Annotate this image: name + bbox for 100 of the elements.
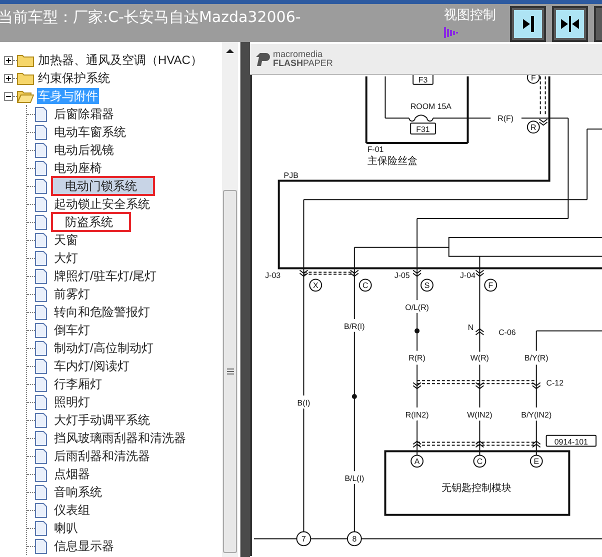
connector-tag: 0914-101 (546, 434, 597, 447)
tree-item[interactable]: 点烟器 (53, 466, 91, 482)
collapse-left-button[interactable] (510, 6, 546, 42)
document-icon (35, 304, 47, 320)
tree-item[interactable]: 挡风玻璃雨刮器和清洗器 (53, 430, 187, 446)
collapse-icon[interactable] (4, 92, 13, 100)
tree-item[interactable]: 倒车灯 (53, 322, 91, 338)
diagram-label: B(I) (297, 398, 310, 408)
tree-item[interactable]: 牌照灯/驻车灯/尾灯 (53, 268, 158, 284)
document-icon (35, 502, 47, 518)
diagram-label: J-04 (460, 271, 476, 280)
diagram-label: B/L(I) (344, 474, 364, 484)
diagram-label: R(R) (408, 354, 426, 363)
diagram-label: R(IN2) (405, 410, 429, 420)
pin-marker: 7 (296, 531, 312, 546)
document-icon (35, 448, 47, 464)
document-icon (35, 196, 47, 212)
pin-marker: 8 (346, 531, 362, 546)
tree-item[interactable]: 电动座椅 (53, 160, 103, 176)
document-icon (35, 466, 47, 482)
document-icon (35, 142, 47, 158)
splitter-bar[interactable] (240, 42, 250, 557)
document-icon (35, 322, 47, 338)
connector-tag: F3 (412, 75, 434, 85)
pin-marker: F (484, 278, 498, 292)
open-folder-icon (17, 90, 34, 102)
document-icon (35, 124, 47, 140)
pin-marker: A (410, 454, 424, 468)
tree-item[interactable]: 后窗除霜器 (53, 106, 115, 122)
tree-item[interactable]: 前雾灯 (53, 286, 91, 302)
pin-marker: E (530, 454, 543, 468)
pin-marker: F (526, 75, 540, 84)
flashpaper-logo-icon (256, 52, 270, 66)
diagram-label: B/Y(IN2) (521, 410, 552, 420)
document-icon (35, 106, 47, 122)
document-icon (35, 538, 47, 554)
tree-item[interactable]: 照明灯 (53, 394, 91, 410)
document-icon (35, 214, 47, 230)
tree-folder[interactable]: 加热器、通风及空调（HVAC） (37, 52, 204, 68)
tree-item[interactable]: 电动车窗系统 (53, 124, 127, 140)
view-control-label: 视图控制 (444, 6, 496, 24)
logo-text: macromedia (273, 50, 324, 59)
tree-item[interactable]: 音响系统 (53, 484, 103, 500)
scrollbar-thumb[interactable] (223, 190, 237, 553)
document-icon (35, 160, 47, 176)
tree-item[interactable]: 后雨刮器和清洗器 (53, 448, 151, 464)
diagram-label: O/L(R) (405, 303, 429, 312)
scrollbar[interactable] (222, 42, 238, 557)
expand-icon[interactable] (4, 56, 13, 64)
document-icon (35, 340, 47, 356)
document-icon (35, 232, 47, 248)
grip-icon (226, 368, 234, 375)
diagram-label: F-01 (367, 144, 384, 154)
tree-item[interactable]: 喇叭 (53, 520, 79, 536)
pin-marker: R (526, 120, 540, 134)
diagram-label: C-12 (546, 378, 564, 388)
tree-item[interactable]: 制动灯/高位制动灯 (53, 340, 154, 356)
document-icon (35, 268, 47, 284)
diagram-label: W(IN2) (467, 410, 492, 420)
pin-marker: S (420, 278, 434, 292)
document-icon (35, 178, 47, 194)
diagram-label: J-05 (394, 271, 410, 280)
tree-item[interactable]: 信息显示器 (53, 538, 115, 554)
tree-item[interactable]: 起动锁止安全系统 (53, 196, 151, 212)
diagram-label: B/Y(R) (524, 354, 548, 363)
expand-icon[interactable] (4, 74, 13, 82)
document-icon (35, 412, 47, 428)
diagram-label: PJB (284, 170, 298, 180)
pin-marker: X (309, 278, 322, 292)
connector-tag: F31 (410, 122, 436, 135)
diagram-label: R(F) (498, 114, 514, 124)
tree-item[interactable]: 大灯手动调平系统 (53, 412, 151, 428)
diagram-label: B/R(I) (344, 322, 365, 331)
diagram-label: 无钥匙控制模块 (442, 483, 512, 494)
tree-item[interactable]: 车内灯/阅读灯 (53, 358, 130, 374)
logo-text: FLASHPAPER (273, 59, 333, 68)
pin-marker: C (358, 278, 372, 292)
diagram-label: C-06 (498, 328, 516, 337)
arrow-to-bar-icon (514, 10, 542, 38)
tree-item[interactable]: 电动后视镜 (53, 142, 115, 158)
tree-item[interactable]: 天窗 (53, 232, 79, 248)
document-icon (35, 520, 47, 536)
split-view-button[interactable] (552, 6, 588, 42)
folder-icon (17, 72, 34, 84)
document-icon (35, 430, 47, 446)
tree-item[interactable]: 大灯 (53, 250, 79, 266)
diagram-label: 主保险丝盒 (367, 156, 418, 167)
tree-item[interactable]: 防盗系统 (53, 214, 129, 230)
tree-item[interactable]: 行李厢灯 (53, 376, 103, 392)
diagram-label: ROOM 15A (410, 102, 452, 112)
tree-item[interactable]: 转向和危险警报灯 (53, 304, 151, 320)
tree-item[interactable]: 电动门锁系统 (53, 178, 153, 194)
document-icon (35, 250, 47, 266)
pin-marker: C (473, 454, 486, 468)
document-icon (35, 394, 47, 410)
folder-icon (17, 54, 34, 66)
tree-item[interactable]: 仪表组 (53, 502, 91, 518)
document-icon (35, 376, 47, 392)
document-icon (35, 286, 47, 302)
tree-folder[interactable]: 约束保护系统 (37, 70, 111, 86)
